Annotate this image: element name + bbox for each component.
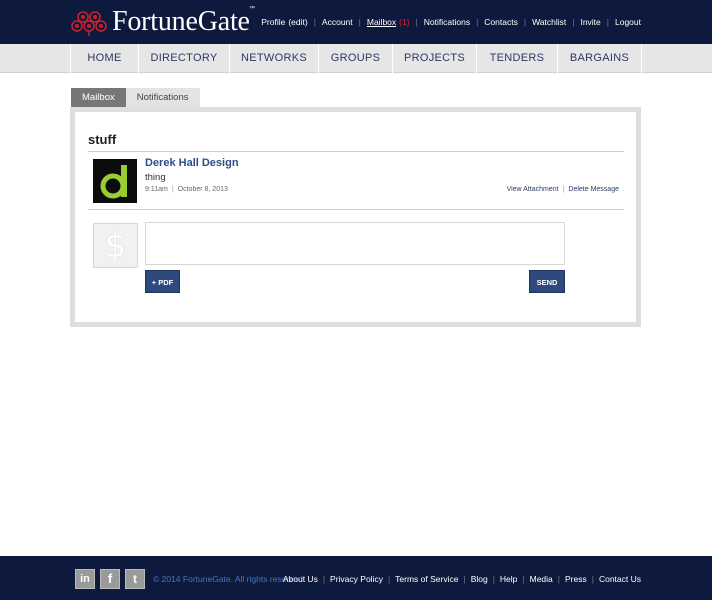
action-separator: | [562, 186, 565, 193]
dollar-icon: $ [104, 225, 127, 266]
nav-separator: | [313, 17, 316, 27]
message-thread-panel: stuff Derek Hall Design thing 9:11am | Oct… [70, 107, 641, 327]
nav-directory[interactable]: DIRECTORY [139, 44, 230, 73]
delete-message-link[interactable]: Delete Message [568, 186, 619, 193]
footer-link-terms-of-service[interactable]: Terms of Service [395, 574, 458, 584]
notifications-link[interactable]: Notifications [424, 17, 470, 27]
facebook-icon[interactable]: f [100, 569, 120, 589]
reply-input[interactable] [145, 222, 565, 265]
footer-links: About Us | Privacy Policy | Terms of Ser… [283, 574, 641, 584]
watchlist-link[interactable]: Watchlist [532, 17, 566, 27]
divider [88, 151, 624, 152]
tab-mailbox[interactable]: Mailbox [71, 88, 126, 107]
nav-bargains[interactable]: BARGAINS [558, 44, 642, 73]
contacts-link[interactable]: Contacts [484, 17, 518, 27]
main-nav: HOME DIRECTORY NETWORKS GROUPS PROJECTS … [0, 44, 712, 73]
meta-separator: | [171, 186, 174, 193]
dollar-placeholder-avatar: $ [93, 223, 138, 268]
message-meta: 9:11am | October 8, 2013 [145, 186, 228, 193]
footer-link-about-us[interactable]: About Us [283, 574, 318, 584]
nav-separator: | [572, 17, 575, 27]
message-body: thing [145, 172, 166, 183]
message-actions: View Attachment | Delete Message [507, 186, 619, 193]
linkedin-icon[interactable]: in [75, 569, 95, 589]
account-nav: Profile (edit) | Account | Mailbox (1) |… [261, 17, 641, 27]
nav-separator: | [606, 17, 609, 27]
mailbox-link[interactable]: Mailbox [367, 17, 396, 27]
mailbox-tabs: Mailbox Notifications [71, 88, 200, 107]
footer-separator: | [322, 574, 326, 584]
trademark-symbol: ™ [248, 6, 255, 12]
nav-separator: | [476, 17, 479, 27]
profile-link[interactable]: Profile [261, 17, 285, 27]
sender-avatar[interactable] [93, 159, 137, 203]
footer-separator: | [522, 574, 525, 584]
footer-separator: | [557, 574, 560, 584]
nav-networks[interactable]: NETWORKS [230, 44, 319, 73]
footer-link-help[interactable]: Help [500, 574, 517, 584]
nav-tenders[interactable]: TENDERS [477, 44, 558, 73]
view-attachment-link[interactable]: View Attachment [507, 186, 559, 193]
add-pdf-button[interactable]: + PDF [145, 270, 180, 293]
nav-projects[interactable]: PROJECTS [393, 44, 477, 73]
nav-groups[interactable]: GROUPS [319, 44, 393, 73]
brand-name: FortuneGate ™ [112, 6, 255, 38]
main-nav-list: HOME DIRECTORY NETWORKS GROUPS PROJECTS … [70, 44, 642, 73]
footer-link-press[interactable]: Press [565, 574, 587, 584]
fortunegate-emblem-icon [71, 7, 107, 37]
top-header: FortuneGate ™ Profile (edit) | Account |… [0, 0, 712, 44]
footer: in f t © 2014 FortuneGate. All rights re… [0, 556, 712, 600]
brand-logo[interactable]: FortuneGate ™ [71, 6, 255, 38]
mailbox-unread-count: (1) [399, 17, 410, 27]
nav-separator: | [358, 17, 361, 27]
divider [88, 209, 624, 210]
profile-edit-link[interactable]: (edit) [288, 17, 307, 27]
invite-link[interactable]: Invite [580, 17, 600, 27]
nav-separator: | [523, 17, 527, 27]
footer-separator: | [492, 574, 495, 584]
sender-name[interactable]: Derek Hall Design [145, 157, 239, 169]
twitter-icon[interactable]: t [125, 569, 145, 589]
send-button[interactable]: SEND [529, 270, 565, 293]
message-date: October 8, 2013 [177, 186, 228, 193]
logout-link[interactable]: Logout [615, 17, 641, 27]
footer-separator: | [591, 574, 594, 584]
tab-notifications[interactable]: Notifications [125, 88, 200, 107]
account-link[interactable]: Account [322, 17, 353, 27]
message-time: 9:11am [145, 186, 168, 193]
footer-separator: | [387, 574, 391, 584]
footer-link-contact-us[interactable]: Contact Us [599, 574, 641, 584]
footer-link-blog[interactable]: Blog [471, 574, 488, 584]
footer-link-privacy-policy[interactable]: Privacy Policy [330, 574, 383, 584]
brand-name-text: FortuneGate [112, 6, 250, 37]
footer-separator: | [463, 574, 466, 584]
nav-separator: | [415, 17, 418, 27]
nav-home[interactable]: HOME [71, 44, 139, 73]
thread-subject: stuff [88, 132, 117, 147]
footer-link-media[interactable]: Media [530, 574, 553, 584]
